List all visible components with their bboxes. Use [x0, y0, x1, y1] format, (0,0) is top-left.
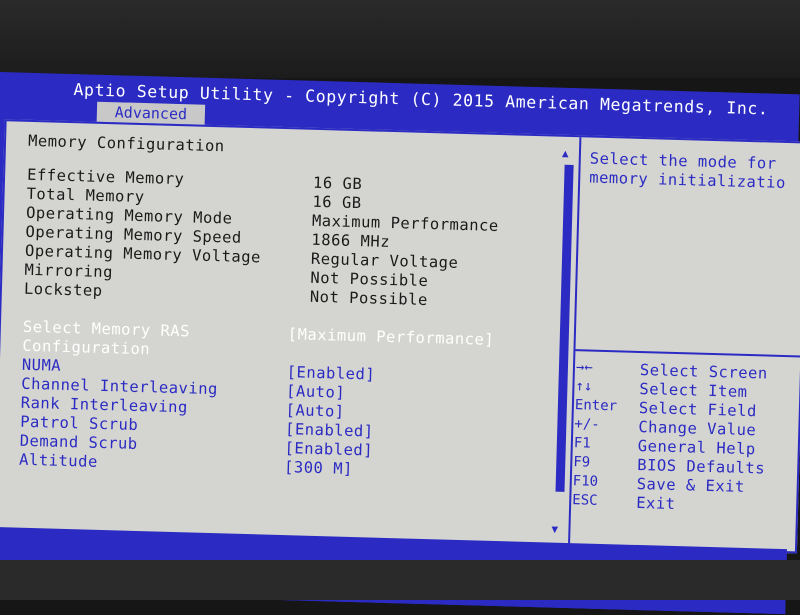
option-value-numa[interactable]: [Enabled]: [286, 363, 375, 383]
option-label-demand-scrub[interactable]: Demand Scrub: [19, 432, 137, 453]
help-divider: [575, 349, 800, 358]
key-desc-save-exit: Save & Exit: [636, 474, 746, 496]
scroll-down-arrow-icon[interactable]: ▼: [551, 523, 558, 536]
section-title: Memory Configuration: [27, 131, 225, 156]
key-desc-select-item: Select Item: [639, 379, 748, 401]
key-desc-exit: Exit: [635, 493, 676, 514]
option-value-rank-interleaving[interactable]: [Auto]: [285, 401, 344, 421]
key-arrows-lr: →←: [575, 359, 594, 376]
key-desc-bios-defaults: BIOS Defaults: [637, 455, 766, 478]
key-desc-select-field: Select Field: [638, 398, 758, 421]
info-value-lockstep: Not Possible: [309, 287, 429, 310]
info-value-mirroring: Not Possible: [310, 268, 429, 291]
monitor-bezel-bottom: [0, 560, 800, 600]
key-esc: ESC: [572, 492, 598, 509]
key-f1: F1: [573, 435, 591, 452]
info-value-effective-memory: 16 GB: [312, 173, 363, 194]
option-value-demand-scrub[interactable]: [Enabled]: [284, 439, 373, 459]
key-f9: F9: [573, 454, 591, 471]
key-f10: F10: [572, 473, 599, 490]
option-value-altitude[interactable]: [300 M]: [284, 458, 353, 478]
key-desc-general-help: General Help: [637, 436, 756, 459]
info-label-mirroring: Mirroring: [24, 260, 114, 282]
option-label-altitude[interactable]: Altitude: [19, 451, 98, 471]
option-label-numa[interactable]: NUMA: [22, 356, 62, 375]
option-value-patrol-scrub[interactable]: [Enabled]: [285, 420, 374, 440]
info-value-memory-speed: 1866 MHz: [311, 230, 391, 251]
option-value-channel-interleaving[interactable]: [Auto]: [286, 382, 345, 402]
key-desc-change-value: Change Value: [638, 417, 757, 440]
option-value-memory-ras[interactable]: [Maximum Performance]: [288, 325, 495, 349]
main-panel: Memory Configuration Effective Memory 16…: [0, 119, 800, 554]
key-enter: Enter: [574, 397, 618, 415]
key-plus-minus: +/-: [574, 416, 600, 433]
monitor-bezel-top: [0, 0, 800, 78]
info-label-lockstep: Lockstep: [23, 279, 103, 300]
option-label-memory-ras-cont[interactable]: Configuration: [22, 337, 150, 359]
info-value-total-memory: 16 GB: [312, 192, 362, 213]
option-label-patrol-scrub[interactable]: Patrol Scrub: [20, 413, 138, 434]
key-desc-select-screen: Select Screen: [639, 360, 768, 383]
scroll-up-arrow-icon[interactable]: ▲: [562, 147, 569, 160]
key-arrows-ud: ↑↓: [575, 378, 593, 395]
bios-screen: Aptio Setup Utility - Copyright (C) 2015…: [0, 72, 800, 615]
info-label-total-memory: Total Memory: [26, 184, 145, 207]
